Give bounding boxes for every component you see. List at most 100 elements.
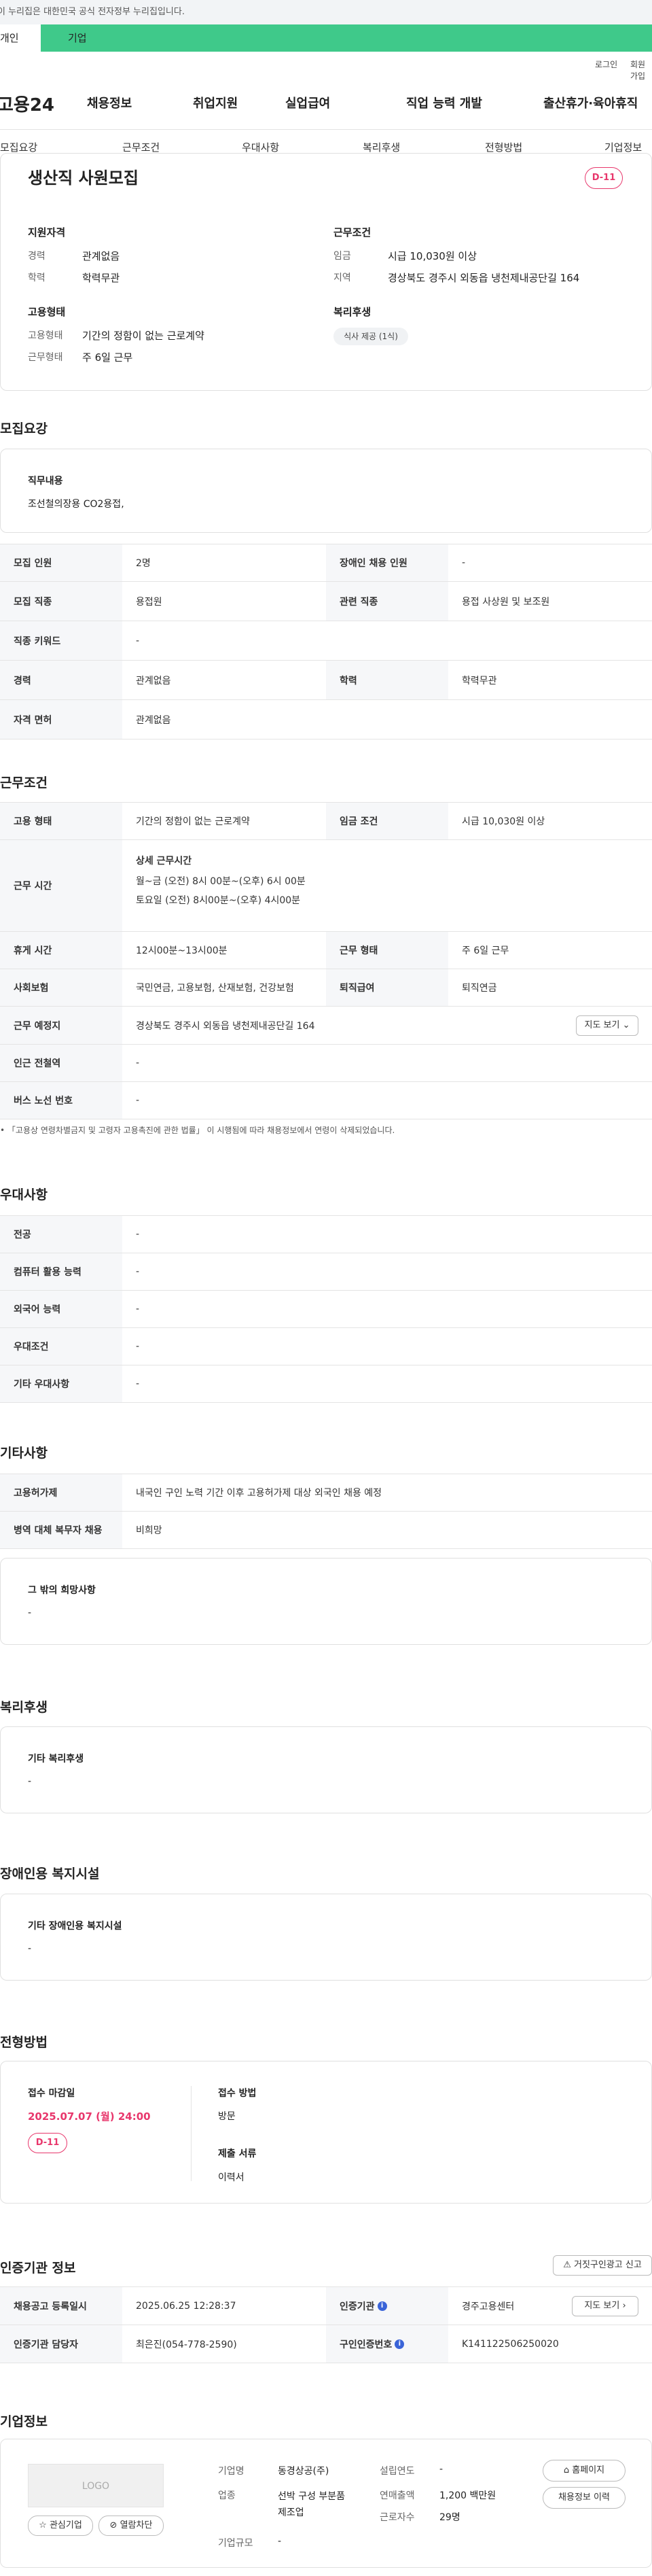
tab-company[interactable]: 기업 bbox=[68, 24, 87, 52]
table-header: 모집 인원 bbox=[0, 544, 122, 581]
login-link[interactable]: 로그인 bbox=[595, 58, 617, 70]
disab-box-value: - bbox=[28, 1943, 32, 1954]
etc-wish-title: 그 밖의 희망사항 bbox=[28, 1585, 96, 1596]
table-row: 직종 키워드 - bbox=[0, 621, 652, 661]
table-header: 기타 우대사항 bbox=[0, 1365, 122, 1402]
table-cell: 국민연금, 고용보험, 산재보험, 건강보험 bbox=[136, 983, 294, 994]
disab-card: 기타 장애인용 복지시설 - bbox=[0, 1894, 652, 1981]
staff-label: 근로자수 bbox=[380, 2512, 415, 2523]
company-name-label: 기업명 bbox=[218, 2466, 244, 2477]
table-cell: 관계없음 bbox=[136, 675, 171, 686]
tab-personal[interactable]: 개인 bbox=[0, 24, 41, 52]
method-label: 접수 방법 bbox=[218, 2088, 257, 2099]
nav-jobs[interactable]: 채용정보 bbox=[87, 94, 132, 111]
work-hours-cell: 상세 근무시간 월~금 (오전) 8시 00분~(오후) 6시 00분 토요일 … bbox=[136, 840, 306, 931]
tab-work[interactable]: 근무조건 bbox=[122, 140, 160, 154]
table-row: 경력 관계없음 학력 학력무관 bbox=[0, 661, 652, 700]
agency-map-button[interactable]: 지도 보기 › bbox=[572, 2296, 638, 2316]
age-note: • 「고용상 연령차별금지 및 고령자 고용촉진에 관한 법률」 이 시행됨에 … bbox=[0, 1126, 395, 1135]
duty-text: 조선철의장용 CO2용접, bbox=[28, 499, 124, 510]
disab-box-title: 기타 장애인용 복지시설 bbox=[28, 1921, 122, 1932]
table-header: 사회보험 bbox=[0, 969, 122, 1006]
table-cell: 용접원 bbox=[136, 596, 162, 608]
pref-title: 우대사항 bbox=[0, 1187, 48, 1202]
table-cell: 2025.06.25 12:28:37 bbox=[136, 2300, 236, 2312]
job-history-button[interactable]: 채용정보 이력 bbox=[543, 2487, 626, 2509]
summary-card: 생산직 사원모집 D-11 지원자격 경력 관계없음 학력 학력무관 근무조건 … bbox=[0, 153, 652, 391]
method-value: 방문 bbox=[218, 2111, 236, 2122]
table-row: 버스 노선 번호 - bbox=[0, 1082, 652, 1119]
emp-value: 기간의 정함이 없는 근로계약 bbox=[82, 330, 204, 342]
etc-table: 고용허가제 내국인 구인 노력 기간 이후 고용허가제 대상 외국인 채용 예정 … bbox=[0, 1474, 652, 1549]
table-row: 모집 직종 용접원 관련 직종 용접 사상원 및 보조원 bbox=[0, 582, 652, 621]
table-cell: 학력무관 bbox=[462, 675, 497, 686]
table-cell: - bbox=[136, 1095, 140, 1106]
table-cell: - bbox=[136, 1341, 140, 1352]
table-header: 휴게 시간 bbox=[0, 932, 122, 969]
table-row: 휴게 시간 12시00분~13시00분 근무 형태 주 6일 근무 bbox=[0, 932, 652, 969]
welfare-box-value: - bbox=[28, 1776, 32, 1787]
block-view-button[interactable]: ⊘ 열람차단 bbox=[98, 2516, 164, 2536]
company-name: 동경상공(주) bbox=[278, 2466, 329, 2477]
nav-job-training[interactable]: 직업 능력 개발 bbox=[406, 94, 482, 111]
docs-value: 이력서 bbox=[218, 2172, 244, 2183]
signup-link[interactable]: 회원가입 bbox=[630, 58, 652, 82]
sales-value: 1,200 백만원 bbox=[439, 2490, 496, 2501]
tab-preference[interactable]: 우대사항 bbox=[242, 140, 279, 154]
table-cell: - bbox=[136, 635, 140, 646]
process-divider bbox=[191, 2086, 192, 2181]
emp-title: 고용형태 bbox=[28, 306, 66, 318]
table-cell: 경상북도 경주시 외동읍 냉천제내공단길 164 bbox=[136, 1020, 315, 1032]
table-cell: - bbox=[462, 557, 466, 568]
company-card: LOGO ☆ 관심기업 ⊘ 열람차단 기업명 동경상공(주) 업종 선박 구성 … bbox=[0, 2439, 652, 2568]
table-cell: - bbox=[136, 1229, 140, 1240]
tab-company-info[interactable]: 기업정보 bbox=[604, 140, 642, 154]
table-cell: 경주고용센터 bbox=[462, 2301, 515, 2312]
table-header: 장애인 채용 인원 bbox=[326, 544, 448, 581]
agency-label: 인증기관 bbox=[340, 2301, 375, 2312]
table-row: 전공 - bbox=[0, 1216, 652, 1253]
page: 이 누리집은 대한민국 공식 전자정부 누리집입니다. 개인 기업 로그인 회원… bbox=[0, 0, 652, 2576]
fav-label: 관심기업 bbox=[49, 2520, 82, 2530]
career-value: 관계없음 bbox=[82, 250, 120, 262]
table-header: 임금 조건 bbox=[326, 803, 448, 839]
company-title: 기업정보 bbox=[0, 2414, 48, 2429]
report-fake-ad-button[interactable]: ⚠ 거짓구인광고 신고 bbox=[553, 2255, 652, 2276]
table-row: 우대조건 - bbox=[0, 1328, 652, 1365]
age-note-text: 「고용상 연령차별금지 및 고령자 고용촉진에 관한 법률」 이 시행됨에 따라… bbox=[7, 1126, 395, 1135]
tab-recruit[interactable]: 모집요강 bbox=[0, 140, 37, 154]
table-header: 퇴직급여 bbox=[326, 969, 448, 1006]
table-header: 채용공고 등록일시 bbox=[0, 2287, 122, 2325]
table-row: 고용 형태 기간의 정함이 없는 근로계약 임금 조건 시급 10,030원 이… bbox=[0, 803, 652, 840]
scale-value: - bbox=[278, 2536, 282, 2547]
area-label: 지역 bbox=[333, 273, 351, 283]
map-button[interactable]: 지도 보기 ⌄ bbox=[576, 1015, 638, 1036]
block-icon: ⊘ bbox=[109, 2520, 117, 2530]
emp-label: 고용형태 bbox=[28, 330, 63, 341]
bell-icon: ⚠ bbox=[563, 2260, 571, 2270]
sales-label: 연매출액 bbox=[380, 2490, 415, 2501]
career-label: 경력 bbox=[28, 251, 46, 262]
table-header: 자격 면허 bbox=[0, 700, 122, 739]
table-header: 관련 직종 bbox=[326, 582, 448, 621]
info-icon[interactable]: i bbox=[395, 2339, 405, 2349]
deadline-label: 접수 마감일 bbox=[28, 2088, 75, 2099]
job-title: 생산직 사원모집 bbox=[28, 169, 139, 188]
member-type-tabs: 개인 기업 bbox=[0, 24, 652, 52]
homepage-button[interactable]: ⌂ 홈페이지 bbox=[543, 2460, 626, 2482]
nav-employment-support[interactable]: 취업지원 bbox=[193, 94, 238, 111]
table-cell: K141122506250020 bbox=[462, 2338, 559, 2350]
table-row: 인근 전철역 - bbox=[0, 1045, 652, 1082]
work-hours-saturday: 토요일 (오전) 8시00분~(오후) 4시00분 bbox=[136, 895, 301, 906]
nav-unemployment-benefit[interactable]: 실업급여 bbox=[285, 94, 330, 111]
favorite-company-button[interactable]: ☆ 관심기업 bbox=[28, 2516, 93, 2536]
info-icon[interactable]: i bbox=[377, 2301, 387, 2311]
business-label: 업종 bbox=[218, 2490, 236, 2501]
site-logo[interactable]: 고용24 bbox=[0, 91, 54, 116]
table-row: 인증기관 담당자 최은진(054-778-2590) 구인인증번호 i K1411… bbox=[0, 2325, 652, 2363]
disab-title: 장애인용 복지시설 bbox=[0, 1866, 100, 1881]
nav-parental-leave[interactable]: 출산휴가·육아휴직 bbox=[543, 94, 638, 111]
tab-process[interactable]: 전형방법 bbox=[485, 140, 522, 154]
table-header: 외국어 능력 bbox=[0, 1291, 122, 1327]
tab-welfare[interactable]: 복리후생 bbox=[363, 140, 400, 154]
